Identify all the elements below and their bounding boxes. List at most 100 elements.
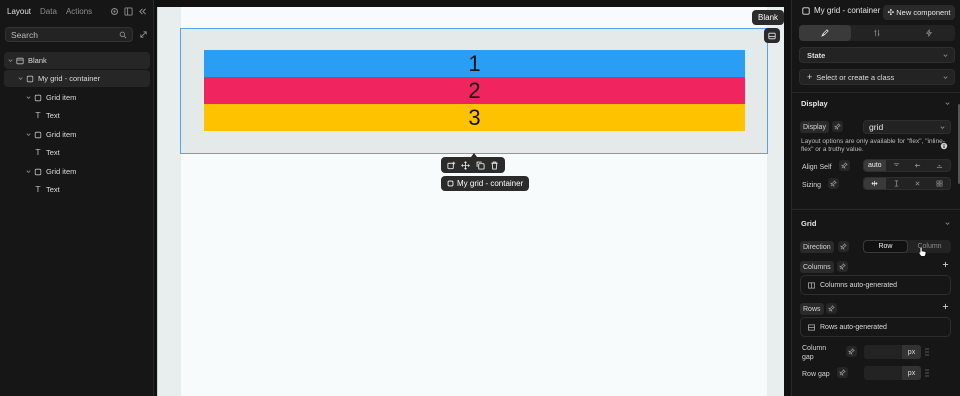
tab-interactions[interactable] <box>903 25 955 41</box>
chevron-down-icon[interactable] <box>17 75 24 82</box>
sizing-none-button[interactable] <box>907 178 929 189</box>
chevron-down-icon[interactable] <box>944 220 951 227</box>
pin-icon[interactable] <box>837 367 848 378</box>
collapse-panel-icon[interactable] <box>138 7 147 16</box>
row-gap-unit[interactable]: px <box>902 366 921 380</box>
search-icon <box>119 31 127 39</box>
sizing-grid-button[interactable] <box>929 178 951 189</box>
tree-item-grid-container[interactable]: My grid - container <box>4 70 150 87</box>
row-gap-label: Row gap <box>802 370 830 378</box>
class-select[interactable]: + Select or create a class <box>799 69 955 85</box>
panel-mode-tabs <box>799 25 955 41</box>
chevron-down-icon[interactable] <box>944 100 951 107</box>
drag-handle-icon[interactable] <box>925 348 929 356</box>
grid-item-text[interactable]: 3 <box>468 105 480 131</box>
grid-icon <box>936 180 943 187</box>
pin-icon[interactable] <box>837 261 848 272</box>
tree-item-text[interactable]: T Text <box>4 107 150 124</box>
tree-item-text[interactable]: T Text <box>4 181 150 198</box>
canvas-panel-button[interactable] <box>764 28 780 43</box>
column-gap-value[interactable] <box>864 345 902 359</box>
column-gap-unit[interactable]: px <box>902 345 921 359</box>
class-select-label: Select or create a class <box>816 72 895 82</box>
info-icon[interactable] <box>940 142 948 150</box>
text-icon: T <box>35 148 41 157</box>
align-end-button[interactable] <box>929 160 951 171</box>
grid-item-text[interactable]: 1 <box>468 51 480 77</box>
chevron-down-icon[interactable] <box>25 168 32 175</box>
new-component-label: New component <box>896 8 951 17</box>
sizing-group <box>863 177 951 190</box>
tree-item-label: Text <box>46 185 60 194</box>
pin-icon[interactable] <box>846 346 857 357</box>
add-child-icon[interactable] <box>447 161 456 170</box>
panel-layout-icon[interactable] <box>124 7 133 16</box>
selection-label-text: My grid - container <box>457 179 524 188</box>
direction-toggle: Row Column <box>863 240 951 253</box>
new-component-button[interactable]: ✣ New component <box>883 5 955 20</box>
selection-label: My grid - container <box>441 176 530 191</box>
direction-column-button[interactable]: Column <box>908 240 951 253</box>
chevron-down-icon[interactable] <box>25 131 32 138</box>
tab-settings[interactable] <box>851 25 903 41</box>
tree-item-text[interactable]: T Text <box>4 144 150 161</box>
pin-icon[interactable] <box>826 303 837 314</box>
page-icon <box>16 57 24 65</box>
add-row-icon[interactable] <box>942 303 949 310</box>
tree-item-grid-item[interactable]: Grid item <box>4 89 150 106</box>
sizing-label: Sizing <box>802 181 822 189</box>
grid-item-2[interactable]: 2 <box>204 77 745 104</box>
tree-item-blank[interactable]: Blank <box>4 52 150 69</box>
tab-layout[interactable]: Layout <box>7 7 31 17</box>
display-select[interactable]: grid <box>863 120 951 134</box>
close-icon <box>915 181 920 186</box>
drag-handle-icon[interactable] <box>925 369 929 377</box>
row-gap-input[interactable]: px <box>864 366 921 380</box>
tree-item-grid-item[interactable]: Grid item <box>4 163 150 180</box>
sizing-fixed-button[interactable] <box>886 178 908 189</box>
tab-style[interactable] <box>799 25 851 41</box>
collapse-all-icon[interactable] <box>139 30 148 39</box>
tree-item-grid-item[interactable]: Grid item <box>4 126 150 143</box>
settings-gear-icon[interactable] <box>110 7 119 16</box>
row-gap-value[interactable] <box>864 366 902 380</box>
chevron-down-icon[interactable] <box>25 94 32 101</box>
align-self-label: Align Self <box>802 163 832 171</box>
grid-container[interactable]: 1 2 3 <box>180 28 768 154</box>
duplicate-icon[interactable] <box>476 161 485 170</box>
rows-auto-box[interactable]: Rows auto-generated <box>800 317 951 337</box>
pin-icon[interactable] <box>828 178 839 189</box>
align-start-button[interactable] <box>886 160 908 171</box>
box-icon <box>34 94 42 102</box>
align-center-button[interactable] <box>907 160 929 171</box>
tab-actions[interactable]: Actions <box>66 7 92 17</box>
pin-icon[interactable] <box>838 241 849 252</box>
grid-item-text[interactable]: 2 <box>468 78 480 104</box>
grid-item-1[interactable]: 1 <box>204 50 745 77</box>
mouse-cursor-icon <box>918 246 927 257</box>
move-icon[interactable] <box>461 160 471 170</box>
grid-section-title[interactable]: Grid <box>801 219 816 228</box>
element-toolbar <box>441 157 505 173</box>
align-self-auto-button[interactable]: auto <box>864 160 886 171</box>
delete-icon[interactable] <box>490 161 499 170</box>
direction-row-button[interactable]: Row <box>863 240 908 253</box>
box-icon <box>34 168 42 176</box>
columns-auto-box[interactable]: Columns auto-generated <box>800 275 951 295</box>
chevron-down-icon[interactable] <box>7 57 14 64</box>
grid-item-3[interactable]: 3 <box>204 104 745 131</box>
panel-toggle-icon <box>768 32 776 40</box>
page-badge[interactable]: Blank <box>752 10 785 25</box>
tree-item-label: My grid - container <box>38 74 101 83</box>
column-gap-input[interactable]: px <box>864 345 921 359</box>
display-section-title[interactable]: Display <box>801 99 828 108</box>
state-select[interactable]: State <box>799 47 955 63</box>
search-input[interactable]: Search <box>5 27 133 42</box>
pin-icon[interactable] <box>832 121 843 132</box>
tree-item-label: Blank <box>28 56 47 65</box>
pin-icon[interactable] <box>839 160 850 171</box>
display-label: Display <box>800 121 829 133</box>
sizing-hug-button[interactable] <box>864 178 886 189</box>
add-column-icon[interactable] <box>942 261 949 268</box>
tab-data[interactable]: Data <box>40 7 57 17</box>
